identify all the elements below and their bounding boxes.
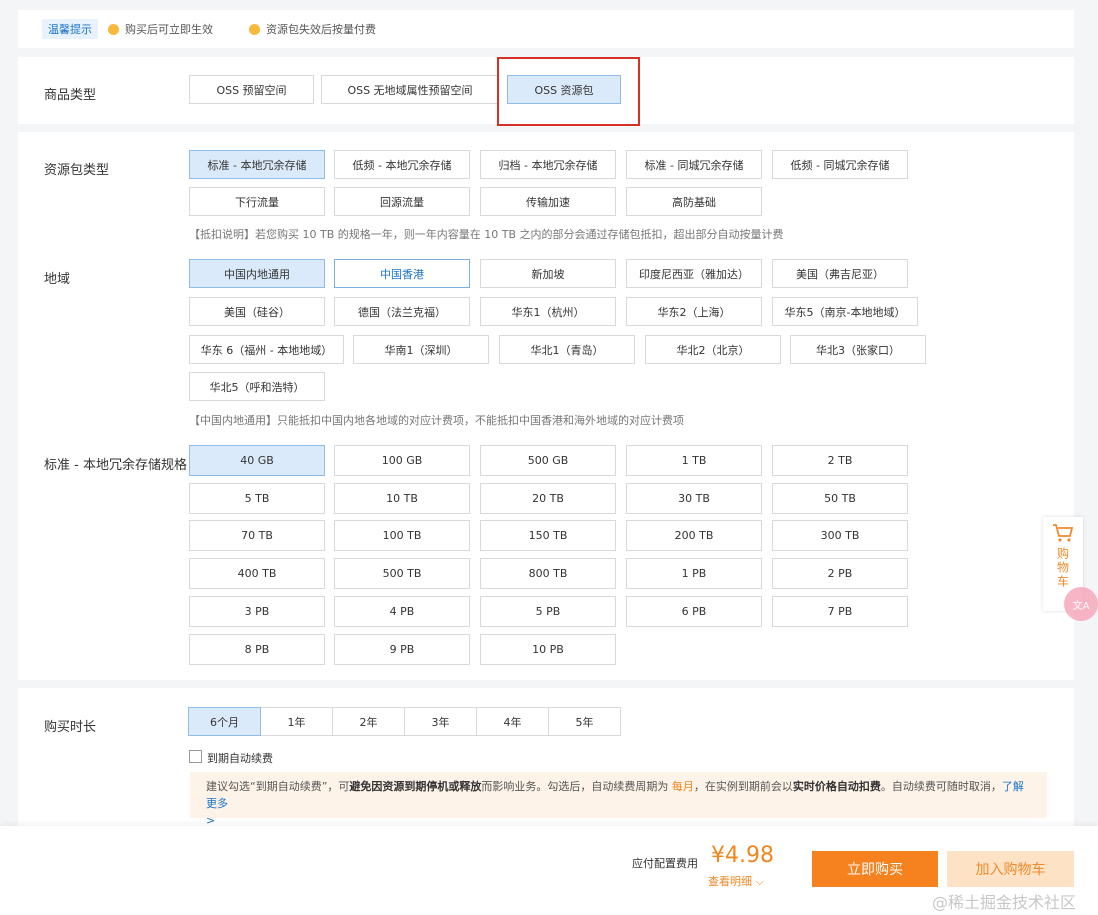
package-type-label: 资源包类型: [44, 163, 110, 178]
spec-option[interactable]: 800 TB: [480, 558, 616, 589]
package-option[interactable]: 标准 - 同城冗余存储: [626, 150, 762, 179]
add-to-cart-button[interactable]: 加入购物车: [947, 851, 1074, 887]
spec-option[interactable]: 8 PB: [189, 634, 325, 665]
region-option[interactable]: 华南1（深圳）: [353, 335, 489, 364]
spec-label: 标准 - 本地冗余存储规格: [44, 458, 187, 473]
package-option[interactable]: 低频 - 同城冗余存储: [772, 150, 908, 179]
region-option[interactable]: 华北5（呼和浩特）: [189, 372, 325, 401]
dot-icon: [108, 23, 119, 35]
region-note: 【中国内地通用】只能抵扣中国内地各地域的对应计费项，不能抵扣中国香港和海外地域的…: [189, 414, 684, 427]
highlight-box: [497, 57, 640, 126]
spec-option[interactable]: 10 TB: [334, 483, 470, 514]
spec-option[interactable]: 300 TB: [772, 520, 908, 551]
duration-option[interactable]: 1年: [260, 707, 333, 736]
region-option[interactable]: 中国内地通用: [189, 259, 325, 288]
spec-option[interactable]: 500 TB: [334, 558, 470, 589]
tip-bar: 温馨提示 购买后可立即生效 资源包失效后按量付费: [18, 10, 1074, 48]
product-option-oss-reserved[interactable]: OSS 预留空间: [189, 75, 314, 104]
duration-option[interactable]: 3年: [404, 707, 477, 736]
region-option[interactable]: 美国（弗吉尼亚）: [772, 259, 908, 288]
spec-option[interactable]: 2 TB: [772, 445, 908, 476]
spec-option[interactable]: 70 TB: [189, 520, 325, 551]
package-option[interactable]: 高防基础: [626, 187, 762, 216]
product-type-label: 商品类型: [44, 88, 97, 103]
spec-option[interactable]: 50 TB: [772, 483, 908, 514]
duration-option[interactable]: 2年: [332, 707, 405, 736]
region-option[interactable]: 华北3（张家口）: [790, 335, 926, 364]
region-option[interactable]: 华东 6（福州 - 本地地域）: [189, 335, 344, 364]
spec-option[interactable]: 5 TB: [189, 483, 325, 514]
spec-option[interactable]: 150 TB: [480, 520, 616, 551]
cart-icon: [1053, 524, 1074, 542]
spec-option[interactable]: 20 TB: [480, 483, 616, 514]
region-option[interactable]: 华北1（青岛）: [499, 335, 635, 364]
package-note: 【抵扣说明】若您购买 10 TB 的规格一年，则一年内容量在 10 TB 之内的…: [189, 228, 784, 241]
watermark: @稀土掘金技术社区: [932, 893, 1077, 912]
view-detail-link[interactable]: 查看明细 ⌵: [708, 873, 764, 889]
duration-option[interactable]: 6个月: [188, 707, 261, 736]
auto-renew-warning: 建议勾选“到期自动续费”，可避免因资源到期停机或释放而影响业务。勾选后，自动续费…: [190, 772, 1047, 827]
tip-item-2: 资源包失效后按量付费: [249, 21, 376, 37]
price: ¥4.98: [711, 843, 774, 868]
spec-option[interactable]: 1 TB: [626, 445, 762, 476]
spec-option[interactable]: 200 TB: [626, 520, 762, 551]
spec-option[interactable]: 500 GB: [480, 445, 616, 476]
product-option-oss-no-region[interactable]: OSS 无地域属性预留空间: [321, 75, 499, 104]
tip-tag: 温馨提示: [42, 19, 98, 39]
spec-option[interactable]: 2 PB: [772, 558, 908, 589]
tip-item-1: 购买后可立即生效: [108, 21, 213, 37]
duration-group: 6个月 1年 2年 3年 4年 5年: [188, 707, 621, 736]
package-option[interactable]: 标准 - 本地冗余存储: [189, 150, 325, 179]
spec-option[interactable]: 40 GB: [189, 445, 325, 476]
auto-renew-label: 到期自动续费: [207, 752, 273, 765]
package-option[interactable]: 下行流量: [189, 187, 325, 216]
spec-option[interactable]: 6 PB: [626, 596, 762, 627]
spec-option[interactable]: 3 PB: [189, 596, 325, 627]
region-option[interactable]: 美国（硅谷）: [189, 297, 325, 326]
translate-icon[interactable]: 文A: [1064, 587, 1098, 621]
dot-icon: [249, 23, 260, 35]
region-option[interactable]: 中国香港: [334, 259, 470, 288]
spec-option[interactable]: 10 PB: [480, 634, 616, 665]
price-label: 应付配置费用: [632, 857, 698, 870]
duration-option[interactable]: 4年: [476, 707, 549, 736]
buy-now-button[interactable]: 立即购买: [812, 851, 938, 887]
spec-option[interactable]: 400 TB: [189, 558, 325, 589]
spec-option[interactable]: 100 GB: [334, 445, 470, 476]
auto-renew-checkbox[interactable]: [189, 750, 202, 763]
package-option[interactable]: 回源流量: [334, 187, 470, 216]
region-option[interactable]: 华东5（南京-本地地域）: [772, 297, 918, 326]
spec-option[interactable]: 1 PB: [626, 558, 762, 589]
spec-option[interactable]: 100 TB: [334, 520, 470, 551]
region-option[interactable]: 印度尼西亚（雅加达）: [626, 259, 762, 288]
chevron-down-icon: ⌵: [755, 875, 764, 888]
region-option[interactable]: 德国（法兰克福）: [334, 297, 470, 326]
package-option[interactable]: 低频 - 本地冗余存储: [334, 150, 470, 179]
package-option[interactable]: 传输加速: [480, 187, 616, 216]
duration-label: 购买时长: [44, 720, 97, 735]
spec-option[interactable]: 7 PB: [772, 596, 908, 627]
spec-option[interactable]: 4 PB: [334, 596, 470, 627]
region-option[interactable]: 华东2（上海）: [626, 297, 762, 326]
package-option[interactable]: 归档 - 本地冗余存储: [480, 150, 616, 179]
region-label: 地域: [44, 272, 71, 287]
region-option[interactable]: 新加坡: [480, 259, 616, 288]
duration-option[interactable]: 5年: [548, 707, 621, 736]
region-option[interactable]: 华北2（北京）: [645, 335, 781, 364]
spec-option[interactable]: 5 PB: [480, 596, 616, 627]
spec-option[interactable]: 9 PB: [334, 634, 470, 665]
region-option[interactable]: 华东1（杭州）: [480, 297, 616, 326]
spec-option[interactable]: 30 TB: [626, 483, 762, 514]
